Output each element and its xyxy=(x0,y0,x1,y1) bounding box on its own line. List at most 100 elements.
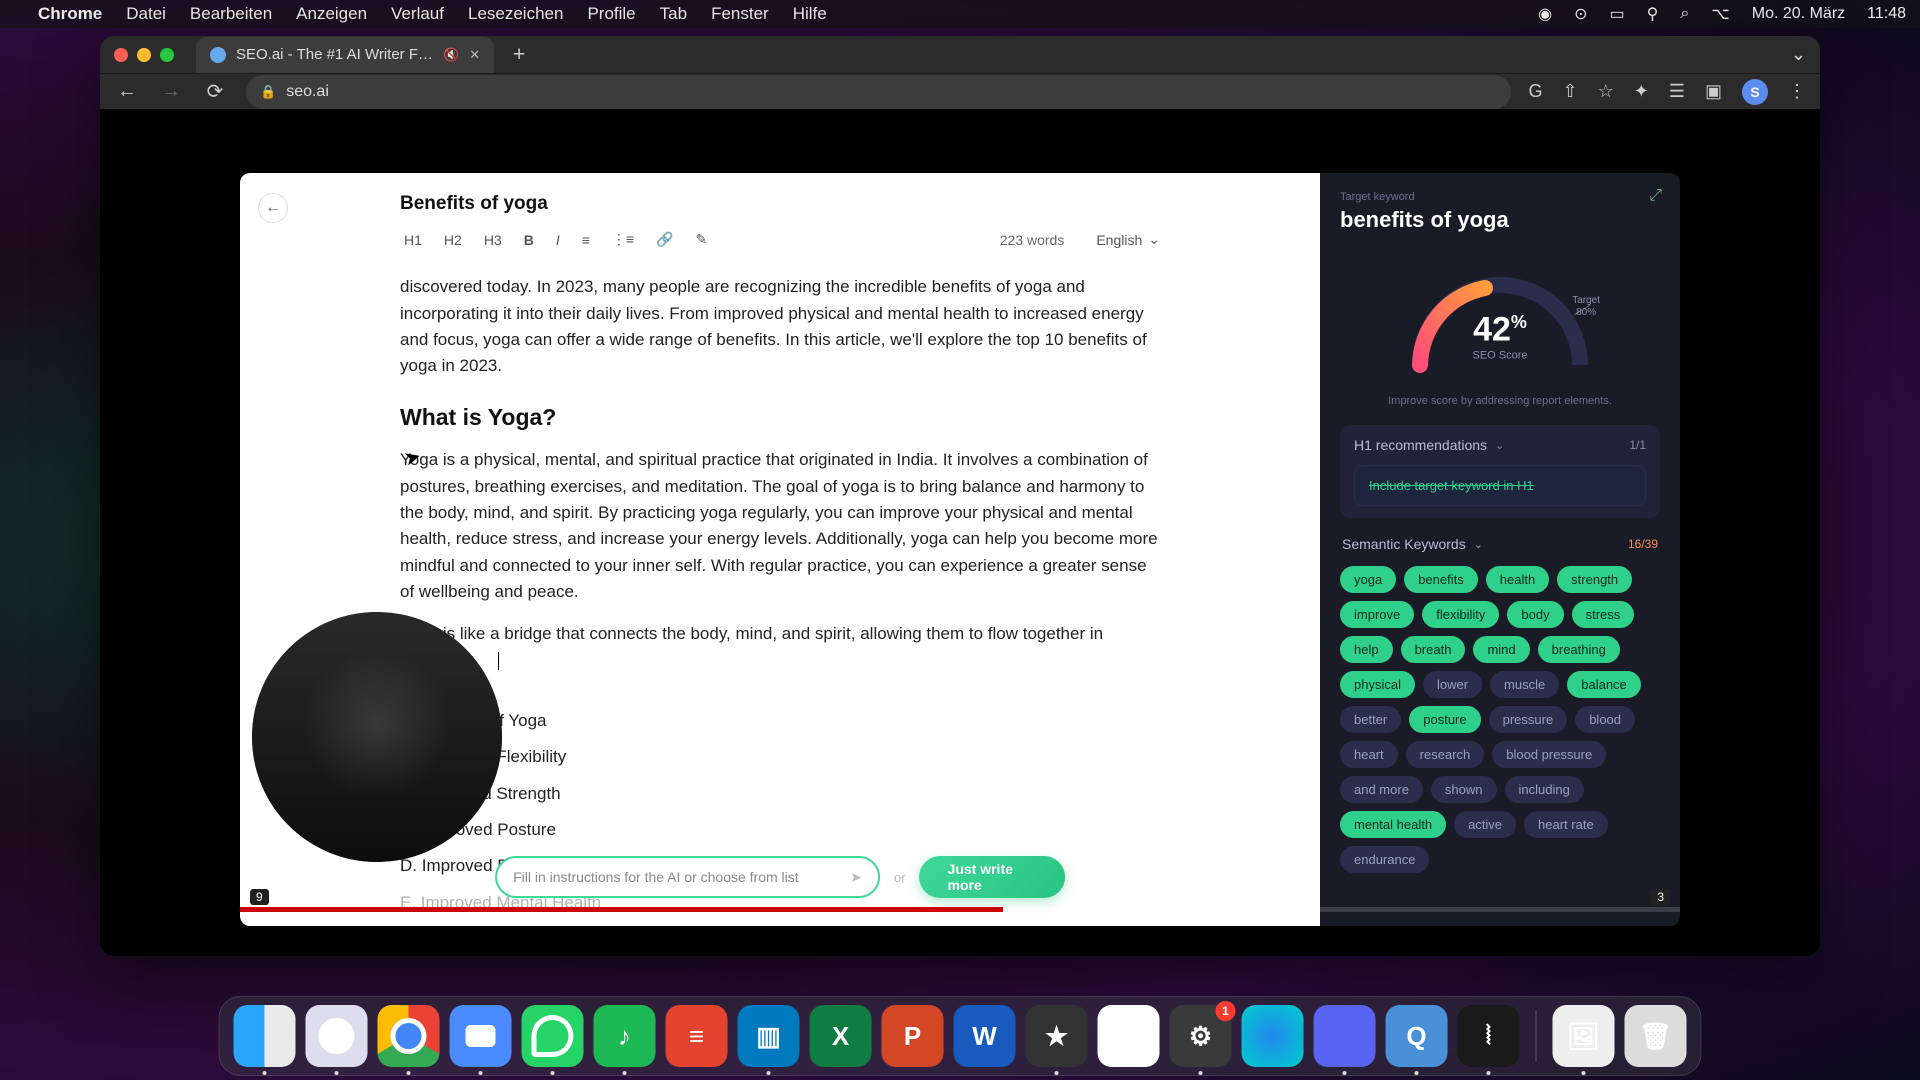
just-write-more-button[interactable]: Just write more xyxy=(920,856,1065,898)
menu-profile[interactable]: Profile xyxy=(587,4,635,24)
outline-item[interactable]: B. Improved Strength xyxy=(400,781,1160,807)
language-selector[interactable]: English ⌄ xyxy=(1096,231,1160,248)
h1-recommendation-item[interactable]: Include target keyword in H1 xyxy=(1354,465,1646,506)
semantic-keywords-header[interactable]: Semantic Keywords ⌄ 16/39 xyxy=(1340,532,1660,552)
window-minimize-button[interactable] xyxy=(137,48,151,62)
heading-what-is-yoga[interactable]: What is Yoga? xyxy=(400,400,1160,436)
new-tab-button[interactable]: + xyxy=(504,40,534,70)
video-timeline[interactable]: 9 3 xyxy=(240,907,1680,912)
paragraph-intro[interactable]: discovered today. In 2023, many people a… xyxy=(400,274,1160,379)
battery-icon[interactable]: ▭ xyxy=(1610,4,1625,24)
ai-prompt-input[interactable]: Fill in instructions for the AI or choos… xyxy=(495,856,880,898)
bookmark-icon[interactable]: ☆ xyxy=(1598,81,1614,102)
toolbar-bold[interactable]: B xyxy=(520,230,538,250)
editor-back-button[interactable]: ← xyxy=(258,193,288,223)
toolbar-h1[interactable]: H1 xyxy=(400,230,426,250)
keyword-pill[interactable]: flexibility xyxy=(1422,601,1499,628)
keyword-pill[interactable]: better xyxy=(1340,706,1401,733)
keyword-pill[interactable]: yoga xyxy=(1340,566,1396,593)
menubar-time[interactable]: 11:48 xyxy=(1867,5,1906,23)
keyword-pill[interactable]: health xyxy=(1486,566,1549,593)
address-bar[interactable]: 🔒 seo.ai xyxy=(246,75,1511,109)
keyword-pill[interactable]: heart rate xyxy=(1524,811,1608,838)
toolbar-italic[interactable]: I xyxy=(552,230,564,250)
dock-finder-icon[interactable] xyxy=(234,1005,296,1067)
keyword-pill[interactable]: breathing xyxy=(1538,636,1620,663)
tab-close-icon[interactable]: ✕ xyxy=(469,47,480,63)
sidepanel-icon[interactable]: ▣ xyxy=(1705,81,1722,102)
keyword-pill[interactable]: active xyxy=(1454,811,1516,838)
browser-tab[interactable]: SEO.ai - The #1 AI Writer F… 🔇 ✕ xyxy=(196,37,494,73)
outline-item[interactable]: C. Improved Posture xyxy=(400,817,1160,843)
dock-chrome-icon[interactable] xyxy=(378,1005,440,1067)
document-area[interactable]: Benefits of yoga H1 H2 H3 B I ≡ ⋮≡ 🔗 ✎ 2… xyxy=(400,173,1160,926)
reading-list-icon[interactable]: ☰ xyxy=(1669,81,1685,102)
keyword-pill[interactable]: breath xyxy=(1401,636,1466,663)
keyword-pill[interactable]: mental health xyxy=(1340,811,1446,838)
dock-whatsapp-icon[interactable] xyxy=(522,1005,584,1067)
keyword-pill[interactable]: including xyxy=(1505,776,1584,803)
window-close-button[interactable] xyxy=(114,48,128,62)
dock-voice-memos-icon[interactable]: ⦚ xyxy=(1458,1005,1520,1067)
keyword-pill[interactable]: and more xyxy=(1340,776,1423,803)
wifi-icon[interactable]: ⚲ xyxy=(1647,4,1659,24)
keyword-pill[interactable]: research xyxy=(1406,741,1485,768)
menu-lesezeichen[interactable]: Lesezeichen xyxy=(468,4,563,24)
keyword-pill[interactable]: stress xyxy=(1572,601,1635,628)
nav-forward-button[interactable]: → xyxy=(158,80,184,103)
keyword-pill[interactable]: help xyxy=(1340,636,1393,663)
menu-tab[interactable]: Tab xyxy=(660,4,687,24)
nav-back-button[interactable]: ← xyxy=(114,80,140,103)
spotlight-icon[interactable]: ⌕ xyxy=(1680,5,1689,23)
paragraph-what-is-yoga[interactable]: Yoga is a physical, mental, and spiritua… xyxy=(400,447,1160,605)
tab-mute-icon[interactable]: 🔇 xyxy=(443,47,459,63)
dock-trello-icon[interactable]: ▥ xyxy=(738,1005,800,1067)
keyword-pill[interactable]: balance xyxy=(1567,671,1641,698)
google-lens-icon[interactable]: G xyxy=(1529,81,1543,102)
play-status-icon[interactable]: ⊙ xyxy=(1574,4,1587,24)
menubar-date[interactable]: Mo. 20. März xyxy=(1752,5,1845,23)
h1-recommendations-header[interactable]: H1 recommendations ⌄ 1/1 xyxy=(1354,437,1646,453)
toolbar-h3[interactable]: H3 xyxy=(480,230,506,250)
keyword-pill[interactable]: improve xyxy=(1340,601,1414,628)
dock-settings-icon[interactable]: ⚙1 xyxy=(1170,1005,1232,1067)
dock-safari-icon[interactable] xyxy=(306,1005,368,1067)
dock-zoom-icon[interactable] xyxy=(450,1005,512,1067)
dock-quicktime-icon[interactable]: Q xyxy=(1386,1005,1448,1067)
toolbar-ai-icon[interactable]: ✎ xyxy=(692,229,712,250)
share-icon[interactable]: ⇧ xyxy=(1563,81,1578,102)
menu-verlauf[interactable]: Verlauf xyxy=(391,4,444,24)
menu-hilfe[interactable]: Hilfe xyxy=(793,4,827,24)
dock-discord-icon[interactable] xyxy=(1314,1005,1376,1067)
menu-bearbeiten[interactable]: Bearbeiten xyxy=(190,4,272,24)
menu-anzeigen[interactable]: Anzeigen xyxy=(296,4,367,24)
dock-siri-icon[interactable] xyxy=(1242,1005,1304,1067)
profile-avatar[interactable]: S xyxy=(1742,79,1768,105)
control-center-icon[interactable]: ⌥ xyxy=(1711,4,1729,24)
keyword-pill[interactable]: heart xyxy=(1340,741,1398,768)
menu-datei[interactable]: Datei xyxy=(126,4,166,24)
dock-drive-icon[interactable]: ▲ xyxy=(1098,1005,1160,1067)
dock-preview-icon[interactable]: 🖼 xyxy=(1553,1005,1615,1067)
active-app-name[interactable]: Chrome xyxy=(38,4,102,24)
document-title[interactable]: Benefits of yoga xyxy=(400,193,1160,225)
dock-powerpoint-icon[interactable]: P xyxy=(882,1005,944,1067)
toolbar-ordered-list-icon[interactable]: ≡ xyxy=(578,230,594,250)
keyword-pill[interactable]: muscle xyxy=(1490,671,1559,698)
keyword-pill[interactable]: pressure xyxy=(1489,706,1568,733)
keyword-pill[interactable]: blood pressure xyxy=(1492,741,1606,768)
dock-excel-icon[interactable]: X xyxy=(810,1005,872,1067)
keyword-pill[interactable]: body xyxy=(1507,601,1563,628)
keyword-pill[interactable]: strength xyxy=(1557,566,1632,593)
nav-reload-button[interactable]: ⟳ xyxy=(202,79,228,104)
tabs-dropdown-icon[interactable]: ⌄ xyxy=(1791,44,1806,65)
toolbar-unordered-list-icon[interactable]: ⋮≡ xyxy=(608,229,638,250)
dock-word-icon[interactable]: W xyxy=(954,1005,1016,1067)
dock-imovie-icon[interactable]: ★ xyxy=(1026,1005,1088,1067)
keyword-pill[interactable]: shown xyxy=(1431,776,1497,803)
outline-item[interactable]: III. Benefits of Yoga xyxy=(400,708,1160,734)
window-fullscreen-button[interactable] xyxy=(160,48,174,62)
document-body[interactable]: discovered today. In 2023, many people a… xyxy=(400,260,1160,916)
keyword-pill[interactable]: lower xyxy=(1423,671,1482,698)
dock-trash-icon[interactable]: 🗑 xyxy=(1625,1005,1687,1067)
